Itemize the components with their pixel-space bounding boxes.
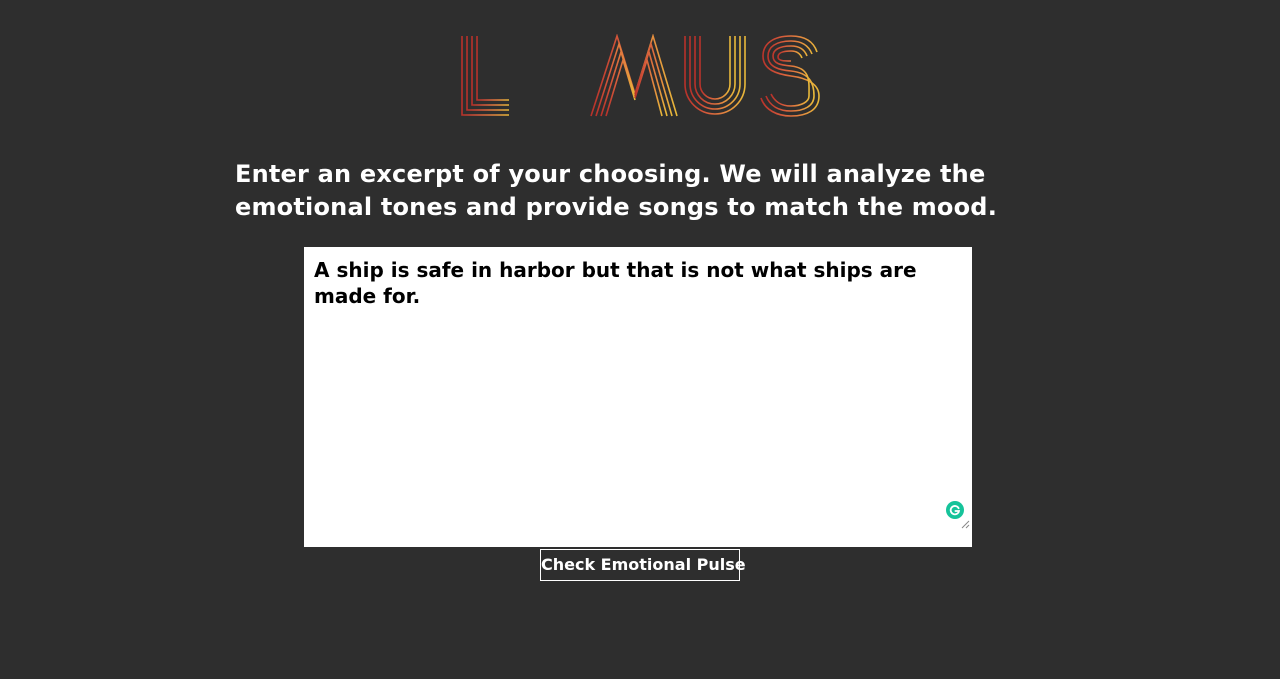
check-emotional-pulse-button[interactable]: Check Emotional Pulse xyxy=(540,549,746,581)
resize-handle-icon[interactable] xyxy=(961,516,970,529)
litmus-logo-graphic xyxy=(461,34,820,117)
excerpt-input[interactable] xyxy=(304,247,972,547)
litmus-logo xyxy=(459,34,821,118)
intro-text: Enter an excerpt of your choosing. We wi… xyxy=(235,160,998,221)
excerpt-box xyxy=(304,247,972,547)
page: Enter an excerpt of your choosing. We wi… xyxy=(0,0,1280,679)
